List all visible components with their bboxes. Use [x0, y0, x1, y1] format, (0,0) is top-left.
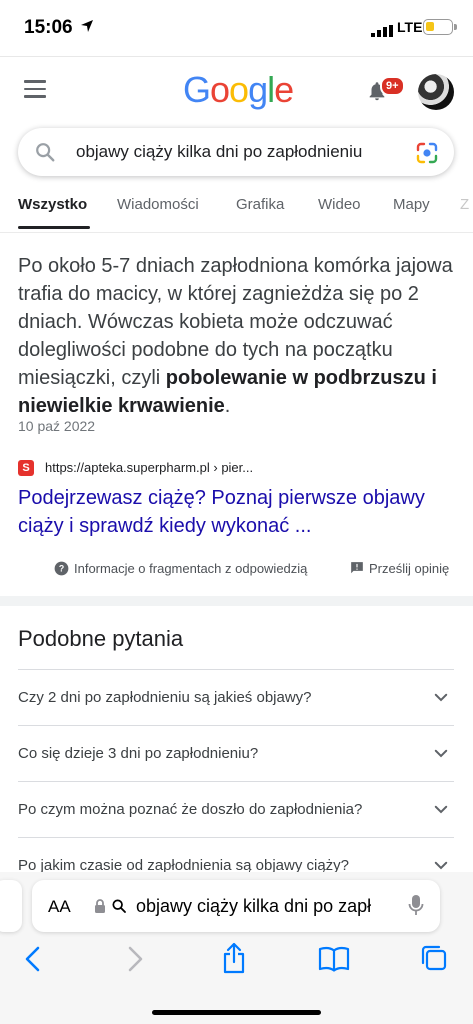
related-questions-title: Podobne pytania — [18, 626, 184, 651]
battery-icon — [423, 19, 457, 35]
previous-tab-peek[interactable] — [0, 880, 22, 932]
feedback-icon — [351, 562, 363, 574]
menu-icon[interactable] — [24, 80, 46, 103]
tabs-divider — [0, 232, 473, 233]
bookmarks-icon[interactable] — [318, 946, 350, 977]
share-icon[interactable] — [221, 942, 247, 979]
snippet-date: 10 paź 2022 — [18, 418, 96, 434]
logo-letter: e — [274, 69, 294, 110]
related-question[interactable]: Co się dzieje 3 dni po zapłodnieniu? — [18, 725, 454, 781]
question-text: Po czym można poznać że doszło do zapłod… — [18, 801, 363, 818]
tab-video[interactable]: Wideo — [318, 196, 361, 213]
search-icon — [111, 898, 127, 919]
feedback-link[interactable]: Prześlij opinię — [350, 561, 449, 576]
superpharm-favicon-icon: S — [18, 460, 34, 476]
tab-news[interactable]: Wiadomości — [117, 196, 199, 213]
home-indicator — [152, 1010, 321, 1015]
logo-letter: g — [248, 69, 268, 110]
tabs-icon[interactable] — [420, 944, 448, 977]
search-icon[interactable] — [34, 141, 56, 168]
logo-letter: G — [183, 69, 211, 110]
notification-badge: 9+ — [380, 76, 405, 96]
question-text: Czy 2 dni po zapłodnieniu są jakieś obja… — [18, 689, 312, 706]
back-button[interactable] — [22, 944, 44, 979]
result-url[interactable]: https://apteka.superpharm.pl › pier... — [45, 460, 253, 475]
chevron-down-icon — [434, 749, 448, 758]
tab-more[interactable]: Z — [460, 196, 469, 213]
tab-maps[interactable]: Mapy — [393, 196, 430, 213]
status-divider — [0, 56, 473, 57]
address-text[interactable]: objawy ciąży kilka dni po zapł — [136, 896, 392, 917]
related-question[interactable]: Po czym można poznać że doszło do zapłod… — [18, 781, 454, 837]
active-tab-indicator — [18, 226, 90, 229]
tab-images[interactable]: Grafika — [236, 196, 284, 213]
lock-icon — [94, 898, 106, 919]
about-snippets-label: Informacje o fragmentach z odpowiedzią — [74, 561, 308, 576]
about-snippets-link[interactable]: ? Informacje o fragmentach z odpowiedzią — [54, 561, 307, 576]
chevron-down-icon — [434, 805, 448, 814]
question-text: Co się dzieje 3 dni po zapłodnieniu? — [18, 745, 259, 762]
network-type: LTE — [397, 19, 423, 35]
status-time: 15:06 — [24, 17, 73, 38]
section-separator — [0, 596, 473, 606]
google-lens-icon[interactable] — [415, 141, 439, 170]
logo-letter: o — [210, 69, 230, 110]
microphone-icon[interactable] — [408, 894, 424, 921]
result-title-link[interactable]: Podejrzewasz ciążę? Poznaj pierwsze obja… — [18, 484, 448, 540]
reader-aa-button[interactable]: AA — [48, 897, 71, 917]
svg-text:?: ? — [59, 564, 64, 574]
forward-button[interactable] — [124, 944, 146, 979]
logo-letter: o — [229, 69, 249, 110]
featured-snippet-text: Po około 5-7 dniach zapłodniona komórka … — [18, 252, 456, 420]
tab-all[interactable]: Wszystko — [18, 196, 87, 213]
related-question[interactable]: Czy 2 dni po zapłodnieniu są jakieś obja… — [18, 669, 454, 725]
cellular-signal-icon — [371, 24, 393, 42]
help-icon: ? — [54, 561, 69, 576]
chevron-down-icon — [434, 693, 448, 702]
feedback-label: Prześlij opinię — [369, 561, 450, 576]
avatar[interactable] — [418, 74, 454, 110]
snippet-text-end: . — [224, 395, 231, 417]
location-arrow-icon — [80, 19, 94, 38]
search-input[interactable]: objawy ciąży kilka dni po zapłodnieniu — [76, 142, 362, 162]
google-logo[interactable]: Google — [183, 69, 294, 111]
